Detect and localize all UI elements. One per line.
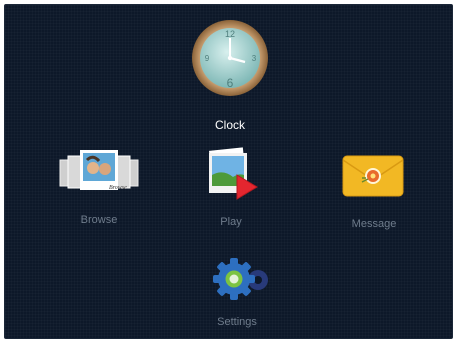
menu-item-label: Settings: [217, 316, 257, 328]
menu-item-label: Play: [220, 216, 242, 228]
svg-text:3: 3: [252, 54, 257, 63]
menu-item-clock[interactable]: 12 3 6 9 Clock: [180, 16, 280, 134]
envelope-icon: [342, 155, 404, 197]
gear-icon: [213, 258, 268, 300]
menu-item-play[interactable]: Play: [186, 142, 276, 234]
menu-item-label: Clock: [214, 118, 245, 132]
photo-frame-home-screen: 12 3 6 9 Clock Browse Browse Play Messag…: [4, 4, 453, 339]
menu-item-message[interactable]: Message: [324, 144, 424, 236]
photo-stack-icon: Browse: [59, 150, 139, 191]
menu-item-label: Browse: [80, 214, 118, 226]
svg-text:12: 12: [225, 29, 235, 39]
clock-icon: 12 3 6 9: [192, 20, 268, 96]
menu-item-settings[interactable]: Settings: [192, 254, 282, 334]
svg-text:9: 9: [205, 54, 210, 63]
svg-text:6: 6: [227, 76, 234, 90]
svg-text:Browse: Browse: [109, 185, 127, 191]
menu-item-label: Message: [351, 218, 397, 230]
slideshow-play-icon: [209, 147, 258, 200]
menu-item-browse[interactable]: Browse Browse: [54, 144, 144, 234]
